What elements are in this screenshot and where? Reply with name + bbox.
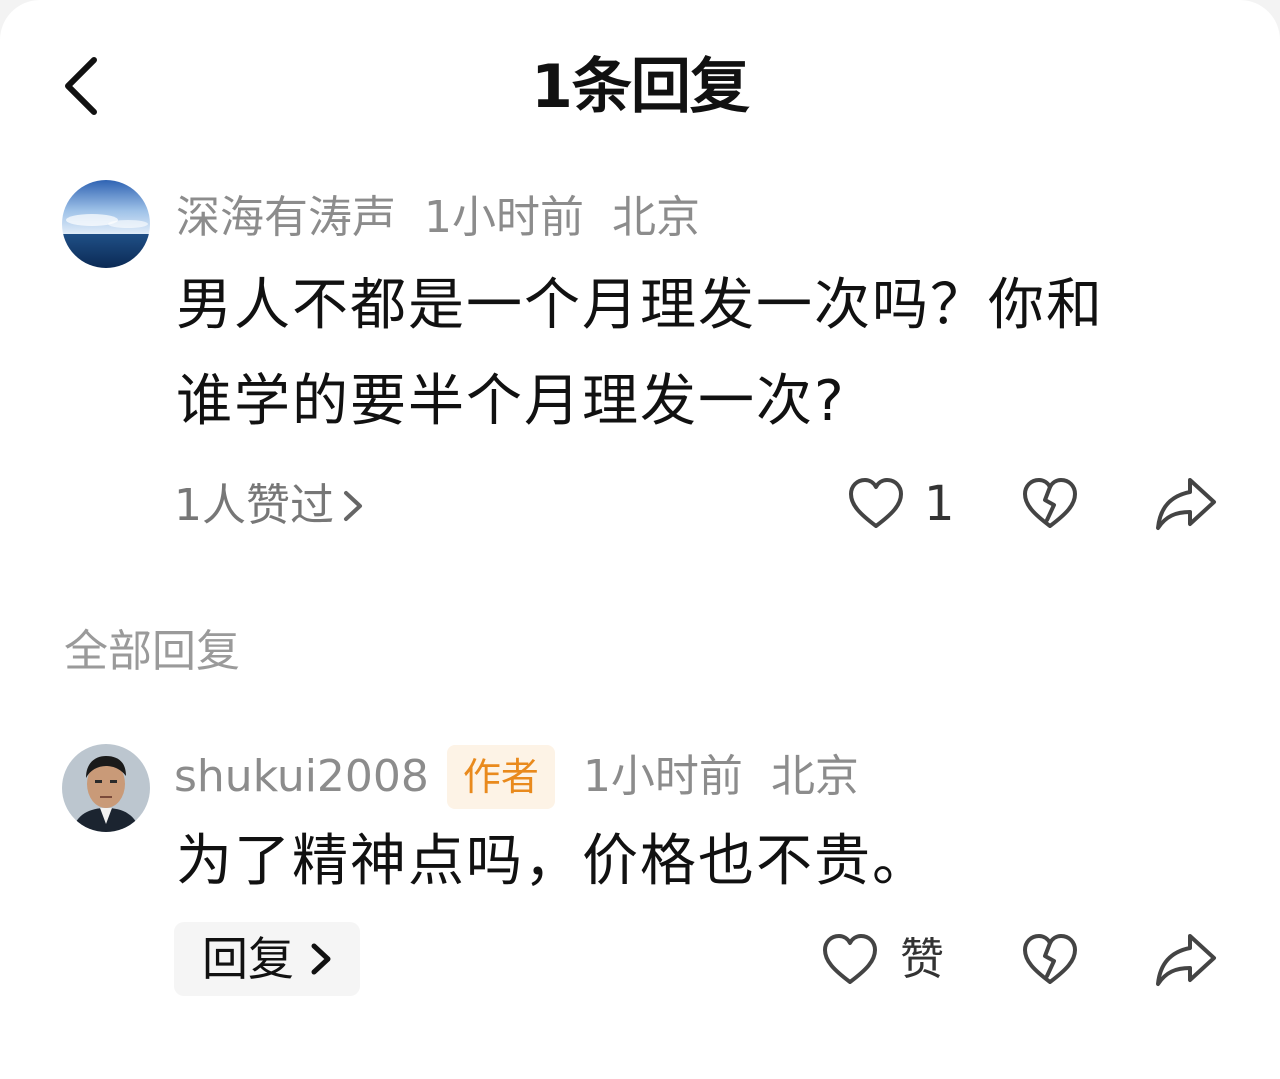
timestamp: 1小时前 <box>582 751 743 802</box>
heart-icon <box>823 934 877 984</box>
share-icon <box>1156 934 1216 986</box>
main-comment-content: 男人不都是一个月理发一次吗？你和 谁学的要半个月理发一次? <box>176 258 1236 450</box>
broken-heart-icon <box>1023 478 1077 528</box>
share-icon <box>1156 478 1216 530</box>
dislike-button[interactable] <box>1020 930 1080 994</box>
author-badge: 作者 <box>446 745 555 809</box>
location: 北京 <box>770 751 859 802</box>
dislike-button[interactable] <box>1020 474 1080 538</box>
reply-meta: shukui2008 作者 1小时前 北京 <box>174 745 859 809</box>
heart-icon <box>849 478 903 528</box>
reply-content: 为了精神点吗，价格也不贵。 <box>176 829 930 894</box>
all-replies-heading: 全部回复 <box>64 626 240 677</box>
likes-summary-link[interactable]: 1人赞过 <box>174 474 366 538</box>
like-label: 赞 <box>900 934 944 985</box>
like-count: 1 <box>924 476 955 532</box>
avatar-portrait-image <box>62 744 150 832</box>
avatar[interactable] <box>62 180 150 268</box>
content-line: 谁学的要半个月理发一次? <box>176 369 846 434</box>
timestamp: 1小时前 <box>424 192 584 243</box>
likes-summary-text: 1人赞过 <box>174 480 334 531</box>
username[interactable]: shukui2008 <box>174 745 429 809</box>
reply-button-label: 回复 <box>202 932 294 986</box>
avatar[interactable] <box>62 744 150 832</box>
chevron-right-icon <box>311 943 331 975</box>
header: 1条回复 <box>0 0 1280 170</box>
location: 北京 <box>612 192 700 243</box>
share-button[interactable] <box>1154 474 1218 538</box>
like-button[interactable] <box>846 474 906 538</box>
page-title: 1条回复 <box>531 52 750 122</box>
share-button[interactable] <box>1154 930 1218 994</box>
avatar-ocean-image <box>62 180 150 268</box>
reply-button[interactable]: 回复 <box>174 922 360 996</box>
username[interactable]: 深海有涛声 <box>176 186 396 250</box>
chevron-right-icon <box>344 491 362 521</box>
content-line: 男人不都是一个月理发一次吗？你和 <box>176 273 1104 338</box>
reply-sheet: 1条回复 深海有涛声 1小时前 北京 男人不都是一个月理发一次吗？你和 谁学的要… <box>0 0 1280 1079</box>
broken-heart-icon <box>1023 934 1077 984</box>
main-comment-meta: 深海有涛声 1小时前 北京 <box>176 186 700 250</box>
like-button[interactable] <box>820 930 880 994</box>
